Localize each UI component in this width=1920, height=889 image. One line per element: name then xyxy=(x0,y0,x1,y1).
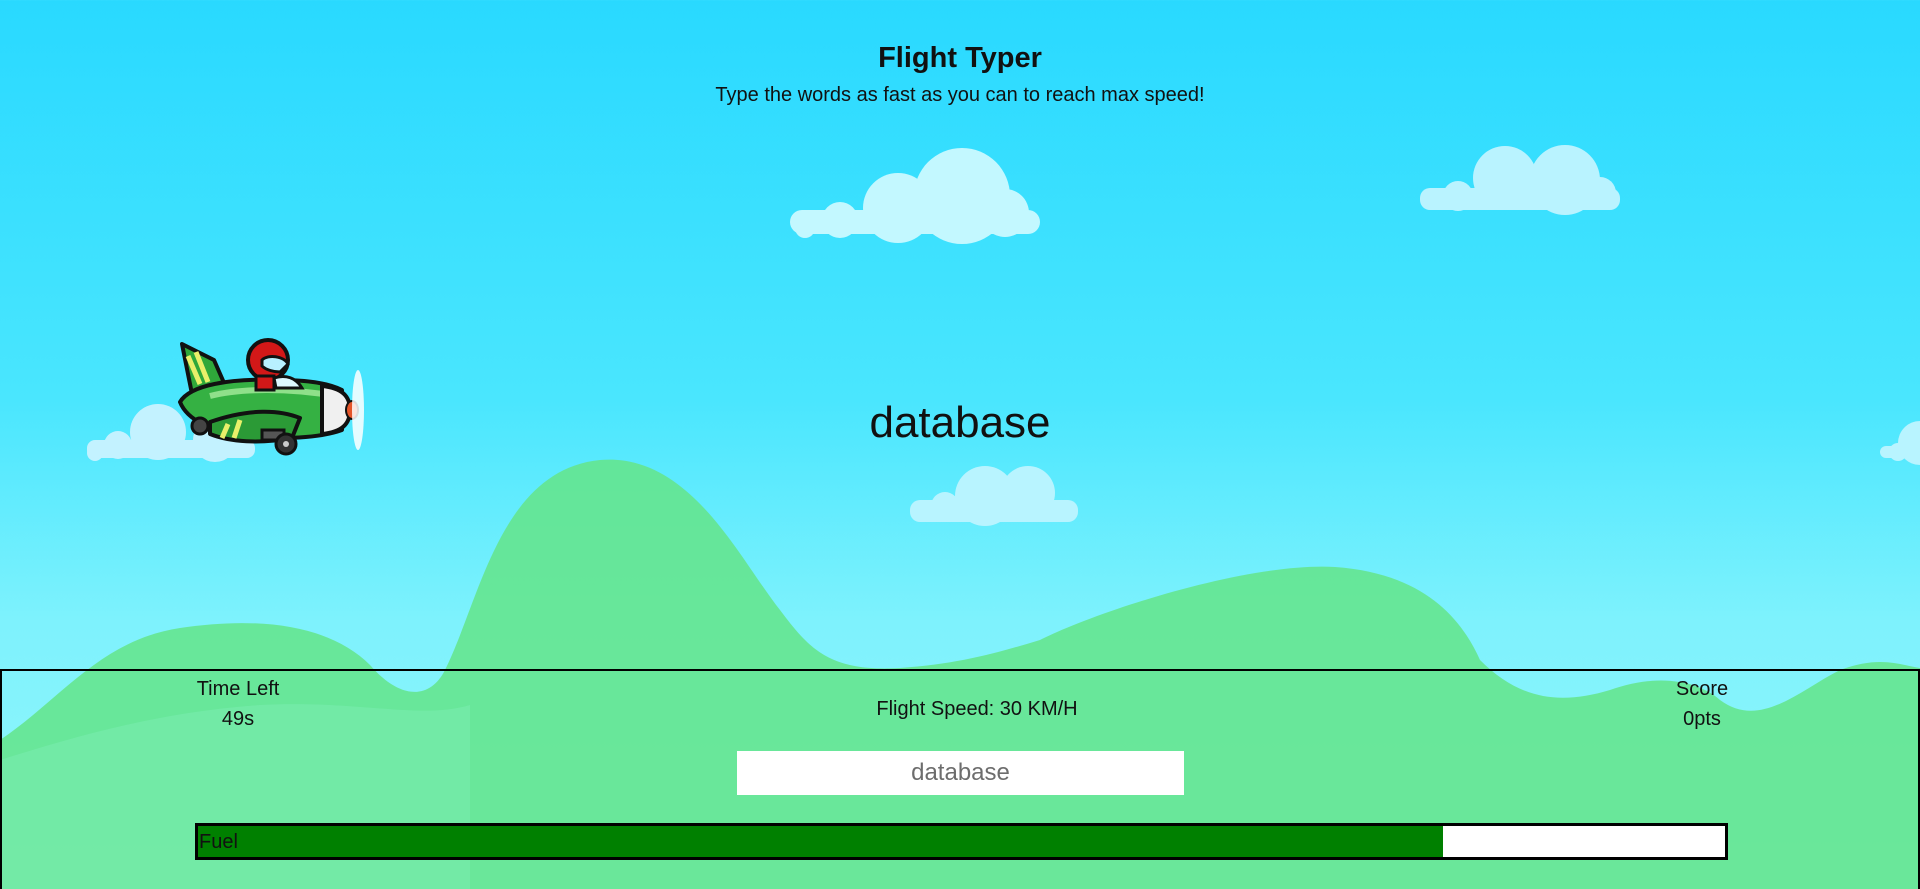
game-title: Flight Typer xyxy=(878,42,1042,74)
cloud xyxy=(790,148,1040,244)
word-input[interactable] xyxy=(737,751,1184,795)
score-value: 0pts xyxy=(1683,708,1721,730)
game-header: Flight Typer Type the words as fast as y… xyxy=(0,40,1920,108)
game-subtitle: Type the words as fast as you can to rea… xyxy=(715,84,1205,106)
fuel-label: Fuel xyxy=(199,831,238,853)
score-stat: Score 0pts xyxy=(1642,674,1762,734)
score-label: Score xyxy=(1675,678,1729,700)
target-word: database xyxy=(869,398,1051,447)
fuel-bar: Fuel xyxy=(195,823,1728,860)
flight-speed: Flight Speed: 30 KM/H xyxy=(2,694,1920,724)
cloud xyxy=(1420,145,1620,215)
flight-speed-text: Flight Speed: 30 KM/H xyxy=(876,698,1078,720)
fuel-bar-fill xyxy=(198,826,1443,857)
cloud xyxy=(910,466,1078,526)
hud-panel: Time Left 49s Flight Speed: 30 KM/H Scor… xyxy=(0,669,1920,889)
